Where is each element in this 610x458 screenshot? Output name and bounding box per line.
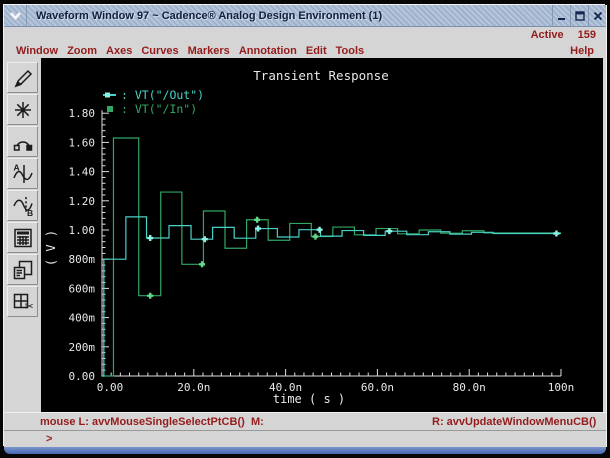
- menu-item-edit[interactable]: Edit: [306, 45, 327, 57]
- chevron-down-icon: [9, 12, 21, 20]
- tool-button-horizontal-marker-b[interactable]: B: [7, 190, 38, 221]
- trace-point-marker[interactable]: [199, 261, 206, 268]
- svg-text:B: B: [27, 208, 33, 218]
- maximize-button[interactable]: [570, 5, 588, 26]
- y-tick-label: 200m: [69, 341, 96, 354]
- x-tick-label: 60.0n: [361, 381, 394, 394]
- y-tick-label: 400m: [69, 312, 96, 325]
- x-tick-label: 20.0n: [177, 381, 210, 394]
- menu-item-markers[interactable]: Markers: [188, 45, 230, 57]
- starburst-icon: [14, 101, 31, 118]
- menu-item-help[interactable]: Help: [570, 45, 594, 57]
- y-tick-label: 1.00: [69, 224, 96, 237]
- minimize-icon: [557, 17, 565, 20]
- plot-title: Transient Response: [253, 68, 388, 83]
- tool-button-vertical-marker-a[interactable]: A: [7, 158, 38, 189]
- tool-button-copy-window[interactable]: [7, 254, 38, 285]
- copy-window-icon: [13, 260, 32, 279]
- tool-button-cut-region[interactable]: ✂: [7, 286, 38, 317]
- x-tick-label: 0.00: [97, 381, 124, 394]
- command-prompt[interactable]: >: [4, 430, 606, 447]
- cut-region-icon: ✂: [13, 293, 33, 313]
- active-count: 159: [577, 29, 596, 41]
- y-tick-label: 1.20: [69, 195, 96, 208]
- close-button[interactable]: [588, 5, 606, 26]
- legend-marker-in: [107, 106, 113, 112]
- menu-item-tools[interactable]: Tools: [336, 45, 365, 57]
- trace-point-marker[interactable]: [316, 226, 323, 233]
- close-icon: [593, 11, 602, 20]
- plot-area[interactable]: 0.00 20.0n 40.0n 60.0n 80.0n 100n 0.00 200m 400m…: [41, 58, 603, 412]
- maximize-icon: [574, 10, 585, 21]
- screen: Waveform Window 97 ~ Cadence® Analog Des…: [0, 0, 610, 458]
- tool-button-arc-markers[interactable]: [7, 126, 38, 157]
- y-axis-label: ( V ): [44, 230, 58, 266]
- trace-point-marker[interactable]: [147, 292, 154, 299]
- menu-item-window[interactable]: Window: [16, 45, 58, 57]
- toolstrip: A B ✂: [4, 58, 41, 412]
- titlebar[interactable]: Waveform Window 97 ~ Cadence® Analog Des…: [4, 5, 606, 27]
- trace-point-marker[interactable]: [147, 235, 154, 242]
- y-tick-label: 1.40: [69, 166, 96, 179]
- menu-item-zoom[interactable]: Zoom: [67, 45, 97, 57]
- mouse-binding-right: R: avvUpdateWindowMenuCB(): [432, 416, 597, 428]
- tool-button-calculator[interactable]: [7, 222, 38, 253]
- minimize-button[interactable]: [552, 5, 570, 26]
- window-menu-button[interactable]: [4, 5, 27, 26]
- x-tick-label: 100n: [548, 381, 575, 394]
- x-tick-label: 80.0n: [453, 381, 486, 394]
- legend-marker-out: [105, 92, 110, 98]
- axes: [101, 110, 561, 377]
- calculator-icon: [13, 228, 32, 247]
- window-bottom-frame: [4, 447, 606, 454]
- arc-markers-icon: [13, 140, 32, 151]
- menu-item-annotation[interactable]: Annotation: [239, 45, 297, 57]
- x-axis-label: time ( s ): [273, 392, 345, 406]
- y-tick-label: 0.00: [69, 370, 96, 383]
- y-tick-label: 600m: [69, 282, 96, 295]
- statusbar: mouse L: avvMouseSingleSelectPtCB() M: R…: [4, 412, 606, 430]
- menu-item-curves[interactable]: Curves: [141, 45, 178, 57]
- legend-entry-out[interactable]: : VT("/Out"): [121, 88, 204, 102]
- svg-text:✂: ✂: [24, 301, 33, 313]
- mouse-binding-middle: M:: [251, 416, 264, 428]
- trace-point-marker[interactable]: [312, 233, 319, 240]
- trace-point-marker[interactable]: [254, 216, 261, 223]
- y-tick-label: 1.60: [69, 136, 96, 149]
- y-tick-label: 800m: [69, 253, 96, 266]
- tool-button-pen[interactable]: [7, 62, 38, 93]
- active-row: Active 159: [4, 27, 606, 43]
- prompt-text: >: [46, 433, 53, 445]
- trace-out[interactable]: [102, 216, 561, 377]
- legend-entry-in[interactable]: : VT("/In"): [121, 102, 197, 116]
- menubar: Window Zoom Axes Curves Markers Annotation Edi…: [4, 43, 606, 58]
- y-tick-label: 1.80: [69, 107, 96, 120]
- mouse-binding-left: mouse L: avvMouseSingleSelectPtCB(): [40, 416, 245, 428]
- active-label: Active: [530, 29, 564, 41]
- plot-right-margin: [603, 58, 606, 412]
- trace-in[interactable]: [102, 137, 561, 377]
- trace-point-marker[interactable]: [201, 236, 208, 243]
- waveform-window: Waveform Window 97 ~ Cadence® Analog Des…: [4, 5, 606, 447]
- window-title: Waveform Window 97 ~ Cadence® Analog Des…: [36, 9, 383, 22]
- tool-button-starburst[interactable]: [7, 94, 38, 125]
- horizontal-marker-b-icon: B: [12, 196, 33, 218]
- waveform-plot[interactable]: 0.00 20.0n 40.0n 60.0n 80.0n 100n0.00200m400m…: [41, 58, 603, 412]
- vertical-marker-a-icon: A: [12, 162, 33, 183]
- menu-item-axes[interactable]: Axes: [106, 45, 132, 57]
- main-area: A B ✂ 0.00 20.0n 40.0n 60.0n 80.0n 100n 0.00 200m…: [4, 58, 606, 412]
- pen-icon: [13, 69, 32, 88]
- trace-point-marker[interactable]: [553, 230, 560, 237]
